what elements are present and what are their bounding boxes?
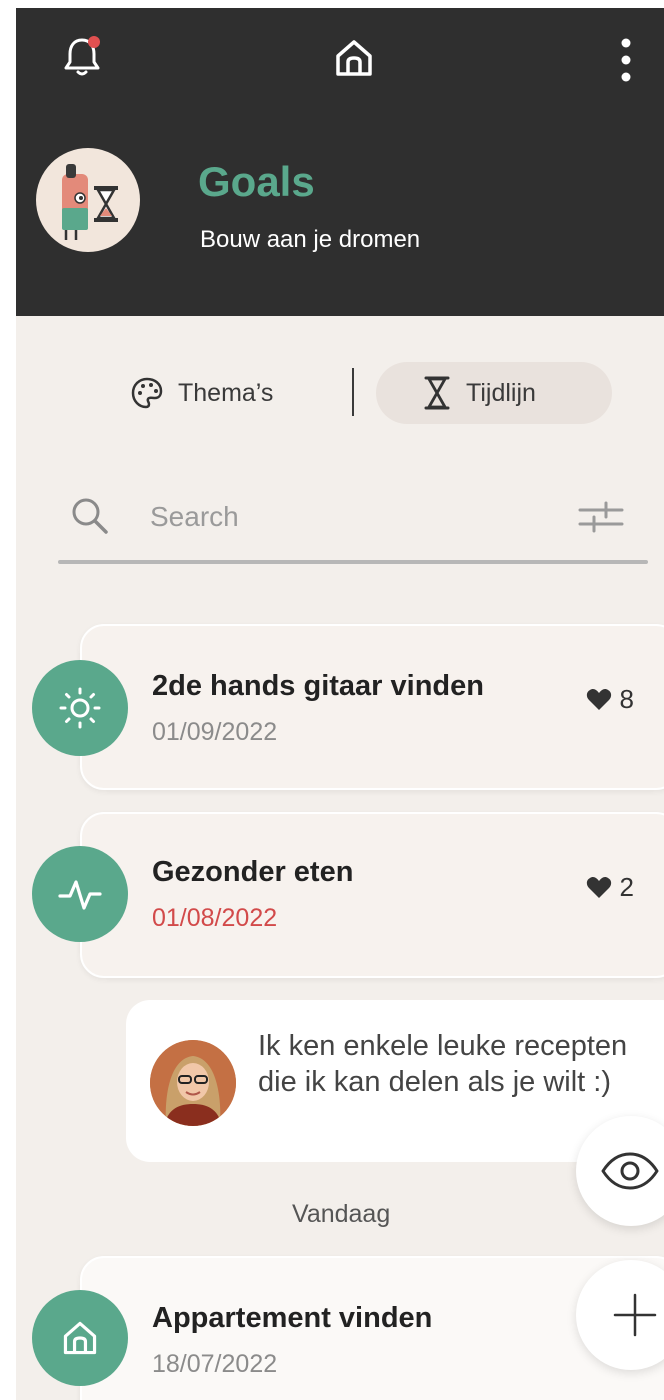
- timeline-day-label: Vandaag: [292, 1200, 391, 1228]
- app-header: Goals Bouw aan je dromen: [16, 8, 664, 316]
- pulse-icon: [58, 880, 102, 910]
- search-underline: [58, 560, 648, 564]
- search-input[interactable]: [150, 492, 550, 542]
- frame-top: [0, 0, 664, 8]
- home-button[interactable]: [326, 30, 382, 86]
- bell-icon: [64, 36, 100, 76]
- page-subtitle: Bouw aan je dromen: [200, 226, 421, 253]
- palette-icon: [131, 377, 163, 409]
- goal-card[interactable]: Gezonder eten 01/08/2022 2: [80, 812, 664, 978]
- hourglass-icon: [424, 376, 450, 410]
- goal-date: 01/09/2022: [152, 718, 278, 746]
- eye-icon: [601, 1152, 659, 1190]
- likes-number: 8: [619, 684, 634, 714]
- goal-date: 18/07/2022: [152, 1350, 278, 1378]
- likes-count[interactable]: 8: [586, 684, 634, 715]
- plus-icon: [613, 1293, 657, 1337]
- notifications-button[interactable]: [54, 28, 110, 84]
- tab-timeline-label: Tijdlijn: [466, 378, 536, 407]
- goal-date: 01/08/2022: [152, 904, 278, 932]
- comment-text: Ik ken enkele leuke recepten die ik kan …: [258, 1030, 628, 1098]
- tab-timeline[interactable]: Tijdlijn: [376, 362, 612, 424]
- theme-badge: [32, 660, 128, 756]
- home-icon: [63, 1321, 97, 1355]
- home-icon: [336, 40, 372, 76]
- commenter-avatar: [150, 1040, 236, 1126]
- page-title: Goals: [198, 158, 315, 205]
- goal-title: Appartement vinden: [152, 1302, 433, 1334]
- filter-sliders-icon[interactable]: [578, 500, 624, 534]
- goal-title: Gezonder eten: [152, 856, 354, 888]
- theme-badge: [32, 1290, 128, 1386]
- sun-icon: [59, 687, 101, 729]
- goals-mascot-logo: [36, 148, 140, 252]
- goal-card[interactable]: 2de hands gitaar vinden 01/09/2022 8: [80, 624, 664, 790]
- tab-themes[interactable]: Thema’s: [130, 362, 273, 424]
- goal-card[interactable]: Appartement vinden 18/07/2022: [80, 1256, 664, 1400]
- frame-left: [0, 0, 16, 1400]
- segment-divider: [352, 368, 354, 416]
- more-options-button[interactable]: [606, 30, 646, 90]
- search-bar: [58, 488, 648, 548]
- heart-icon: [586, 876, 611, 898]
- search-icon: [72, 498, 108, 534]
- likes-number: 2: [619, 872, 634, 902]
- more-vertical-icon: [621, 38, 631, 82]
- theme-badge: [32, 846, 128, 942]
- tab-themes-label: Thema’s: [178, 378, 274, 407]
- likes-count[interactable]: 2: [586, 872, 634, 903]
- comment-bubble[interactable]: Ik ken enkele leuke recepten die ik kan …: [126, 1000, 664, 1162]
- goal-title: 2de hands gitaar vinden: [152, 670, 484, 702]
- heart-icon: [586, 688, 611, 710]
